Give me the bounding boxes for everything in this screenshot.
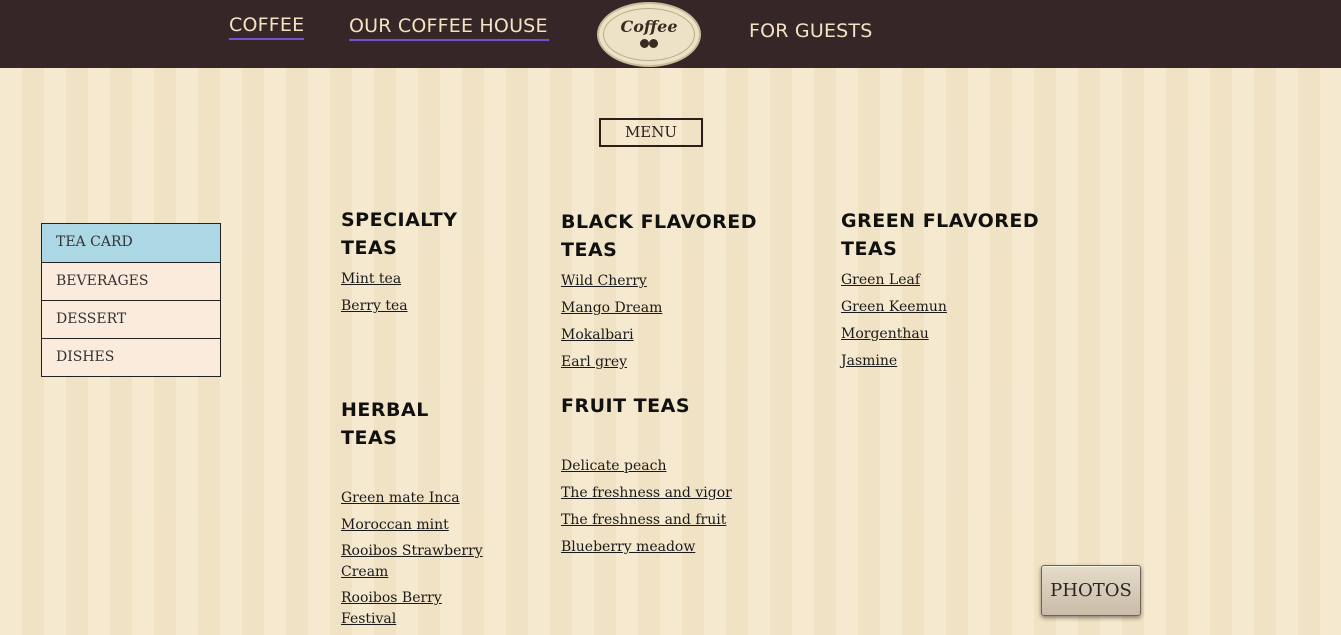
sidebar-item-tea-card[interactable]: TEA CARD [42,224,220,262]
menu-button[interactable]: MENU [599,118,703,147]
tea-link[interactable]: The freshness and vigor [561,483,732,504]
tea-list: Mint tea Berry tea [341,268,491,317]
tea-link[interactable]: Berry tea [341,296,408,317]
list-item: The freshness and vigor [561,482,761,504]
coffee-logo[interactable]: Coffee [597,2,701,67]
list-item: Mokalbari [561,324,761,346]
green-flavored-teas-section: GREEN FLAVORED TEAS Green Leaf Green Kee… [841,207,1041,377]
section-title: HERBAL TEAS [341,399,429,449]
nav-link-for-guests[interactable]: FOR GUESTS [749,20,873,42]
list-item: Blueberry meadow [561,536,761,558]
tea-list: Green Leaf Green Keemun Morgenthau Jasmi… [841,269,1041,372]
tea-link[interactable]: Mint tea [341,269,401,290]
tea-link[interactable]: Green mate Inca [341,488,460,509]
specialty-teas-section: SPECIALTY TEAS Mint tea Berry tea [341,206,491,322]
tea-link[interactable]: Blueberry meadow [561,537,695,558]
tea-link[interactable]: Rooibos Strawberry Cream [341,541,491,583]
tea-link[interactable]: Mango Dream [561,298,662,319]
herbal-teas-section: HERBAL TEAS Green mate Inca Moroccan min… [341,396,491,635]
tea-link[interactable]: Delicate peach [561,456,666,477]
sidebar-item-beverages[interactable]: BEVERAGES [42,262,220,300]
tea-link[interactable]: Earl grey [561,352,627,373]
tea-link[interactable]: The freshness and fruit [561,510,726,531]
tea-list: Delicate peach The freshness and vigor T… [561,455,761,558]
tea-link[interactable]: Morgenthau [841,324,929,345]
section-title: FRUIT TEAS [561,395,691,417]
section-title: BLACK FLAVORED TEAS [561,211,757,261]
list-item: Earl grey [561,351,761,373]
black-flavored-teas-section: BLACK FLAVORED TEAS Wild Cherry Mango Dr… [561,208,761,378]
nav-link-our-coffee-house[interactable]: OUR COFFEE HOUSE [349,15,549,41]
tea-link[interactable]: Rooibos Berry Festival [341,588,491,630]
sidebar-item-dishes[interactable]: DISHES [42,338,220,376]
photos-button[interactable]: PHOTOS [1041,565,1141,616]
list-item: Jasmine [841,350,1041,372]
section-title: GREEN FLAVORED TEAS [841,210,1040,260]
menu-category-sidebar: TEA CARD BEVERAGES DESSERT DISHES [41,223,221,377]
logo-text: Coffee [620,17,678,36]
tea-link[interactable]: Green Leaf [841,270,920,291]
list-item: Delicate peach [561,455,761,477]
tea-link[interactable]: Moroccan mint [341,515,449,536]
list-item: The freshness and fruit [561,509,761,531]
list-item: Mint tea [341,268,491,290]
tea-link[interactable]: Green Keemun [841,297,947,318]
list-item: Morgenthau [841,323,1041,345]
list-item: Green Leaf [841,269,1041,291]
list-item: Rooibos Berry Festival [341,588,491,630]
fruit-teas-section: FRUIT TEAS Delicate peach The freshness … [561,392,761,563]
tea-link[interactable]: Wild Cherry [561,271,647,292]
nav-link-coffee[interactable]: COFFEE [229,14,305,40]
top-navigation-bar: COFFEE OUR COFFEE HOUSE Coffee FOR GUEST… [0,0,1341,68]
list-item: Mango Dream [561,297,761,319]
section-title: SPECIALTY TEAS [341,209,458,259]
tea-list: Wild Cherry Mango Dream Mokalbari Earl g… [561,270,761,373]
sidebar-item-dessert[interactable]: DESSERT [42,300,220,338]
list-item: Wild Cherry [561,270,761,292]
list-item: Green mate Inca [341,487,491,509]
list-item: Green Keemun [841,296,1041,318]
list-item: Berry tea [341,295,491,317]
list-item: Moroccan mint [341,514,491,536]
list-item: Rooibos Strawberry Cream [341,541,491,583]
coffee-bean-icon [638,39,660,49]
tea-link[interactable]: Jasmine [841,351,897,372]
tea-list: Green mate Inca Moroccan mint Rooibos St… [341,487,491,630]
tea-link[interactable]: Mokalbari [561,325,634,346]
